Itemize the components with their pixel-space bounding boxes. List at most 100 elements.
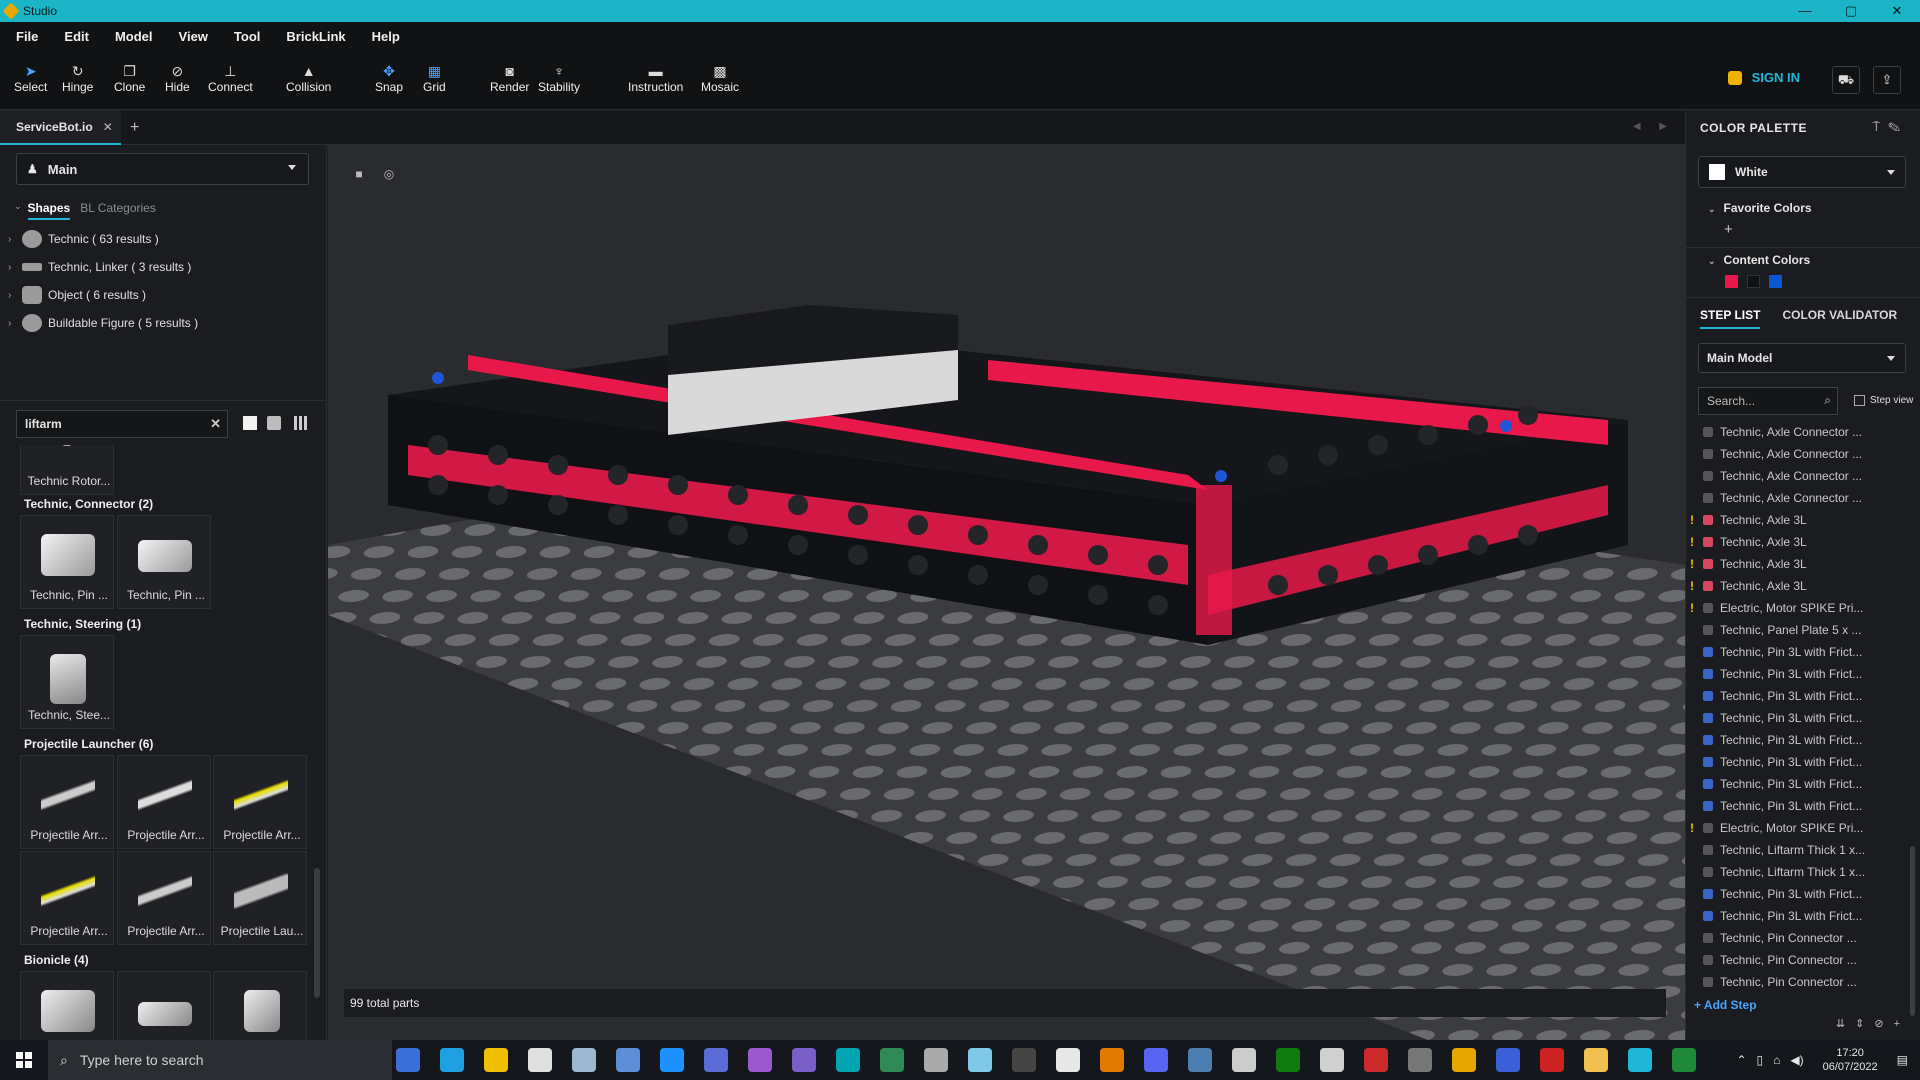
connect-tool[interactable]: ⊥ Connect: [208, 62, 253, 94]
eyedropper-icon[interactable]: ✎: [1888, 119, 1908, 134]
step-item[interactable]: ! Technic, Axle 3L: [1686, 509, 1914, 531]
step-item[interactable]: Technic, Pin 3L with Frict...: [1686, 707, 1914, 729]
part-card[interactable]: [213, 971, 307, 1045]
tab-color-validator[interactable]: COLOR VALIDATOR: [1782, 308, 1897, 329]
step-item[interactable]: Technic, Panel Plate 5 x ...: [1686, 619, 1914, 641]
step-item[interactable]: Technic, Pin 3L with Frict...: [1686, 641, 1914, 663]
menu-tool[interactable]: Tool: [234, 29, 260, 44]
taskbar-app-icon[interactable]: [1232, 1048, 1256, 1072]
hinge-tool[interactable]: ↻ Hinge: [62, 62, 93, 94]
hide-steps-icon[interactable]: ⊘: [1874, 1018, 1893, 1030]
part-card[interactable]: [20, 971, 114, 1045]
mosaic-tool[interactable]: ▩ Mosaic: [701, 62, 739, 94]
model-dropdown[interactable]: Main Model: [1698, 343, 1906, 373]
taskbar-app-icon[interactable]: [1364, 1048, 1388, 1072]
part-card[interactable]: Projectile Arr...: [20, 851, 114, 945]
taskbar-app-icon[interactable]: [484, 1048, 508, 1072]
step-item[interactable]: ! Technic, Axle 3L: [1686, 575, 1914, 597]
tab-shapes[interactable]: Shapes: [27, 201, 71, 220]
step-item[interactable]: Technic, Pin 3L with Frict...: [1686, 729, 1914, 751]
taskbar-app-icon[interactable]: [1144, 1048, 1168, 1072]
taskbar-app-icon[interactable]: [616, 1048, 640, 1072]
step-item[interactable]: Technic, Pin 3L with Frict...: [1686, 663, 1914, 685]
taskbar-app-icon[interactable]: [704, 1048, 728, 1072]
clone-tool[interactable]: ❐ Clone: [114, 62, 145, 94]
step-item[interactable]: Technic, Pin Connector ...: [1686, 971, 1914, 993]
step-item[interactable]: Technic, Pin 3L with Frict...: [1686, 883, 1914, 905]
battery-icon[interactable]: ▯: [1757, 1053, 1764, 1067]
part-card[interactable]: Projectile Lau...: [213, 851, 307, 945]
step-item[interactable]: Technic, Pin 3L with Frict...: [1686, 751, 1914, 773]
taskbar-app-icon[interactable]: [1496, 1048, 1520, 1072]
step-item[interactable]: Technic, Axle Connector ...: [1686, 487, 1914, 509]
step-item[interactable]: Technic, Axle Connector ...: [1686, 423, 1914, 443]
close-window-button[interactable]: ✕: [1874, 0, 1920, 22]
taskbar-app-icon[interactable]: [924, 1048, 948, 1072]
collision-tool[interactable]: ▲ Collision: [286, 62, 331, 94]
part-card[interactable]: Technic, Stee...: [20, 635, 114, 729]
tab-scroll-arrows[interactable]: ◀ ▶: [1633, 121, 1675, 132]
volume-icon[interactable]: ◀): [1790, 1053, 1803, 1067]
clock[interactable]: 17:20 06/07/2022: [1823, 1046, 1878, 1074]
step-item[interactable]: Technic, Liftarm Thick 1 x...: [1686, 839, 1914, 861]
minimize-button[interactable]: —: [1782, 0, 1828, 22]
chevron-up-icon[interactable]: ⌃: [1736, 1053, 1746, 1067]
taskbar-app-icon[interactable]: [396, 1048, 420, 1072]
menu-file[interactable]: File: [16, 29, 38, 44]
step-item[interactable]: ! Technic, Axle 3L: [1686, 553, 1914, 575]
menu-model[interactable]: Model: [115, 29, 153, 44]
step-item[interactable]: Technic, Axle Connector ...: [1686, 443, 1914, 465]
step-item[interactable]: Technic, Pin 3L with Frict...: [1686, 773, 1914, 795]
add-step-button[interactable]: + Add Step: [1694, 998, 1757, 1012]
shape-group-technic[interactable]: › Technic ( 63 results ): [8, 228, 159, 250]
part-search-input[interactable]: liftarm ✕: [16, 410, 228, 438]
menu-bricklink[interactable]: BrickLink: [286, 29, 345, 44]
taskbar-app-icon[interactable]: [968, 1048, 992, 1072]
taskbar-app-icon[interactable]: [1672, 1048, 1696, 1072]
paint-roller-icon[interactable]: ⍑: [1872, 119, 1888, 134]
parts-scrollbar[interactable]: [314, 868, 320, 998]
taskbar-app-icon[interactable]: [836, 1048, 860, 1072]
taskbar-app-icon[interactable]: [1012, 1048, 1036, 1072]
taskbar-app-icon[interactable]: [1584, 1048, 1608, 1072]
part-card[interactable]: Projectile Arr...: [213, 755, 307, 849]
shape-group-buildable-figure[interactable]: › Buildable Figure ( 5 results ): [8, 312, 198, 334]
taskbar-app-icon[interactable]: [1408, 1048, 1432, 1072]
content-color-swatch[interactable]: [1769, 275, 1782, 288]
taskbar-app-icon[interactable]: [1452, 1048, 1476, 1072]
part-card[interactable]: Projectile Arr...: [117, 755, 211, 849]
favorite-colors-section[interactable]: ⌄ Favorite Colors: [1708, 201, 1812, 215]
step-item[interactable]: Technic, Pin 3L with Frict...: [1686, 795, 1914, 817]
taskbar-app-icon[interactable]: [1540, 1048, 1564, 1072]
shape-group-object[interactable]: › Object ( 6 results ): [8, 284, 146, 306]
3d-viewport[interactable]: ■ ◎: [328, 145, 1685, 1040]
menu-help[interactable]: Help: [372, 29, 400, 44]
stability-tool[interactable]: ♆ Stability: [538, 62, 580, 94]
content-color-swatch[interactable]: [1725, 275, 1738, 288]
taskbar-app-icon[interactable]: [1100, 1048, 1124, 1072]
snap-tool[interactable]: ✥ Snap: [375, 62, 403, 94]
close-tab-icon[interactable]: ✕: [103, 120, 113, 134]
add-tab-icon[interactable]: +: [130, 119, 139, 137]
network-icon[interactable]: ⌂: [1773, 1053, 1780, 1067]
upload-icon[interactable]: ⇪: [1873, 66, 1901, 94]
collapse-all-icon[interactable]: ⇊: [1836, 1018, 1855, 1030]
shape-group-technic-linker[interactable]: › Technic, Linker ( 3 results ): [8, 256, 191, 278]
color-dropdown[interactable]: White: [1698, 156, 1906, 188]
menu-view[interactable]: View: [179, 29, 208, 44]
step-view-checkbox[interactable]: [1854, 395, 1865, 406]
part-card[interactable]: Projectile Arr...: [117, 851, 211, 945]
list-view-icon[interactable]: [243, 416, 257, 430]
taskbar-app-icon[interactable]: [1056, 1048, 1080, 1072]
part-card[interactable]: Technic, Pin ...: [117, 515, 211, 609]
part-card[interactable]: Projectile Arr...: [20, 755, 114, 849]
taskbar-app-icon[interactable]: [1628, 1048, 1652, 1072]
sign-in-button[interactable]: SIGN IN: [1727, 70, 1800, 85]
step-list-scrollbar[interactable]: [1910, 846, 1915, 1016]
part-card[interactable]: Technic, Pin ...: [20, 515, 114, 609]
step-item[interactable]: Technic, Pin 3L with Frict...: [1686, 685, 1914, 707]
menu-edit[interactable]: Edit: [64, 29, 89, 44]
taskbar-app-icon[interactable]: [1276, 1048, 1300, 1072]
step-search-input[interactable]: Search... ⌕: [1698, 387, 1838, 415]
taskbar-app-icon[interactable]: [1320, 1048, 1344, 1072]
